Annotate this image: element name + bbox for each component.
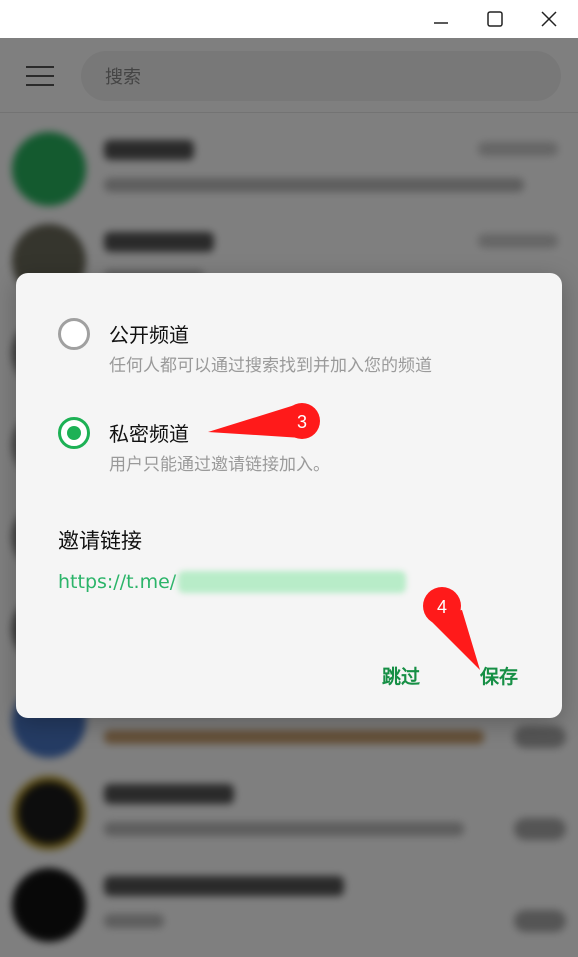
public-channel-desc: 任何人都可以通过搜索找到并加入您的频道 xyxy=(109,356,432,376)
private-channel-title: 私密频道 xyxy=(109,422,189,446)
close-icon xyxy=(541,11,557,27)
invite-link-redacted xyxy=(178,571,407,593)
close-button[interactable] xyxy=(526,0,572,38)
minimize-icon xyxy=(434,22,448,24)
maximize-icon xyxy=(487,11,503,27)
minimize-button[interactable] xyxy=(418,0,464,38)
private-channel-radio[interactable] xyxy=(58,417,90,449)
invite-link-title: 邀请链接 xyxy=(58,529,142,553)
skip-button[interactable]: 跳过 xyxy=(382,662,420,689)
private-channel-desc: 用户只能通过邀请链接加入。 xyxy=(109,455,330,475)
save-button[interactable]: 保存 xyxy=(480,662,518,689)
channel-type-dialog: 公开频道 任何人都可以通过搜索找到并加入您的频道 私密频道 用户只能通过邀请链接… xyxy=(16,273,562,718)
invite-link-prefix: https://t.me/ xyxy=(58,571,177,593)
invite-link[interactable]: https://t.me/ xyxy=(58,569,407,595)
maximize-button[interactable] xyxy=(472,0,518,38)
public-channel-title: 公开频道 xyxy=(109,323,189,347)
window-titlebar xyxy=(0,0,578,38)
public-channel-radio[interactable] xyxy=(58,318,90,350)
